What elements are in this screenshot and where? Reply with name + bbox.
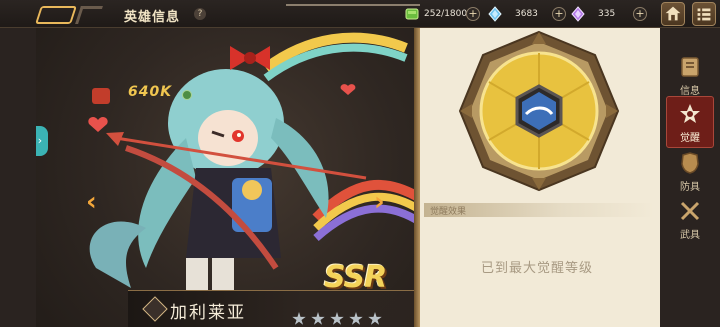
menu-button[interactable]: [692, 2, 716, 26]
max-awaken-text: 已到最大觉醒等级: [480, 261, 593, 276]
tab-awaken-label: 觉醒: [680, 133, 700, 144]
power-up-icon: [182, 90, 192, 100]
back-logo-button[interactable]: [35, 4, 110, 26]
tab-weapon[interactable]: 武具: [666, 194, 714, 246]
blue-crystal-add-button[interactable]: +: [552, 7, 566, 21]
star-icon: [330, 312, 344, 325]
star-rating: [292, 312, 382, 326]
awaken-medal: [458, 30, 620, 192]
prev-hero-arrow[interactable]: ‹: [86, 188, 104, 216]
resource-blue-crystal: 3683: [487, 6, 538, 22]
tab-info[interactable]: 信息: [666, 50, 714, 102]
awaken-icon: [680, 104, 700, 123]
armor-icon: [681, 152, 699, 174]
panel-edge: [414, 28, 420, 327]
side-tabs: 信息 觉醒 防具 武具: [660, 28, 720, 327]
stamina-value: 252/1800: [424, 9, 468, 19]
purple-crystal-value: 335: [598, 9, 616, 19]
header-divider: [286, 4, 420, 6]
info-book-icon: [681, 57, 699, 77]
hero-display-panel: 640K › ‹ › SSR 加利莱亚: [36, 28, 420, 327]
tab-awaken[interactable]: 觉醒: [666, 96, 714, 148]
star-icon: [349, 312, 363, 325]
blue-crystal-icon: [488, 6, 502, 22]
page-title: 英雄信息: [124, 10, 181, 25]
awaken-effect-label: 觉醒效果: [430, 207, 467, 217]
next-hero-arrow[interactable]: ›: [374, 188, 392, 216]
purple-crystal-icon: [571, 6, 585, 22]
menu-list-icon: [697, 8, 711, 21]
tab-info-label: 信息: [680, 86, 700, 97]
stamina-add-button[interactable]: +: [466, 7, 480, 21]
home-button[interactable]: [661, 2, 685, 26]
hero-name: 加利莱亚: [170, 303, 246, 323]
power-value: 640K: [128, 84, 173, 100]
logo-a-icon: [35, 6, 77, 24]
resource-stamina: 252/1800: [404, 6, 467, 22]
tab-weapon-label: 武具: [680, 230, 700, 241]
star-icon: [368, 312, 382, 325]
weapon-icon: [680, 201, 700, 221]
star-icon: [292, 312, 306, 325]
logo-s-icon: [75, 6, 103, 24]
side-expand-tab[interactable]: ›: [36, 126, 48, 156]
stamina-gem-icon: [405, 8, 419, 20]
purple-crystal-add-button[interactable]: +: [633, 7, 647, 21]
help-icon[interactable]: ?: [194, 8, 206, 20]
power-fist-icon: [92, 88, 110, 104]
top-bar: 英雄信息 ? 252/1800 + 3683 + 335 +: [0, 0, 720, 28]
resource-purple-crystal: 335: [570, 6, 615, 22]
star-icon: [311, 312, 325, 325]
home-icon: [665, 6, 681, 21]
blue-crystal-value: 3683: [515, 9, 538, 19]
tab-armor[interactable]: 防具: [666, 146, 714, 198]
tab-armor-label: 防具: [680, 182, 700, 193]
